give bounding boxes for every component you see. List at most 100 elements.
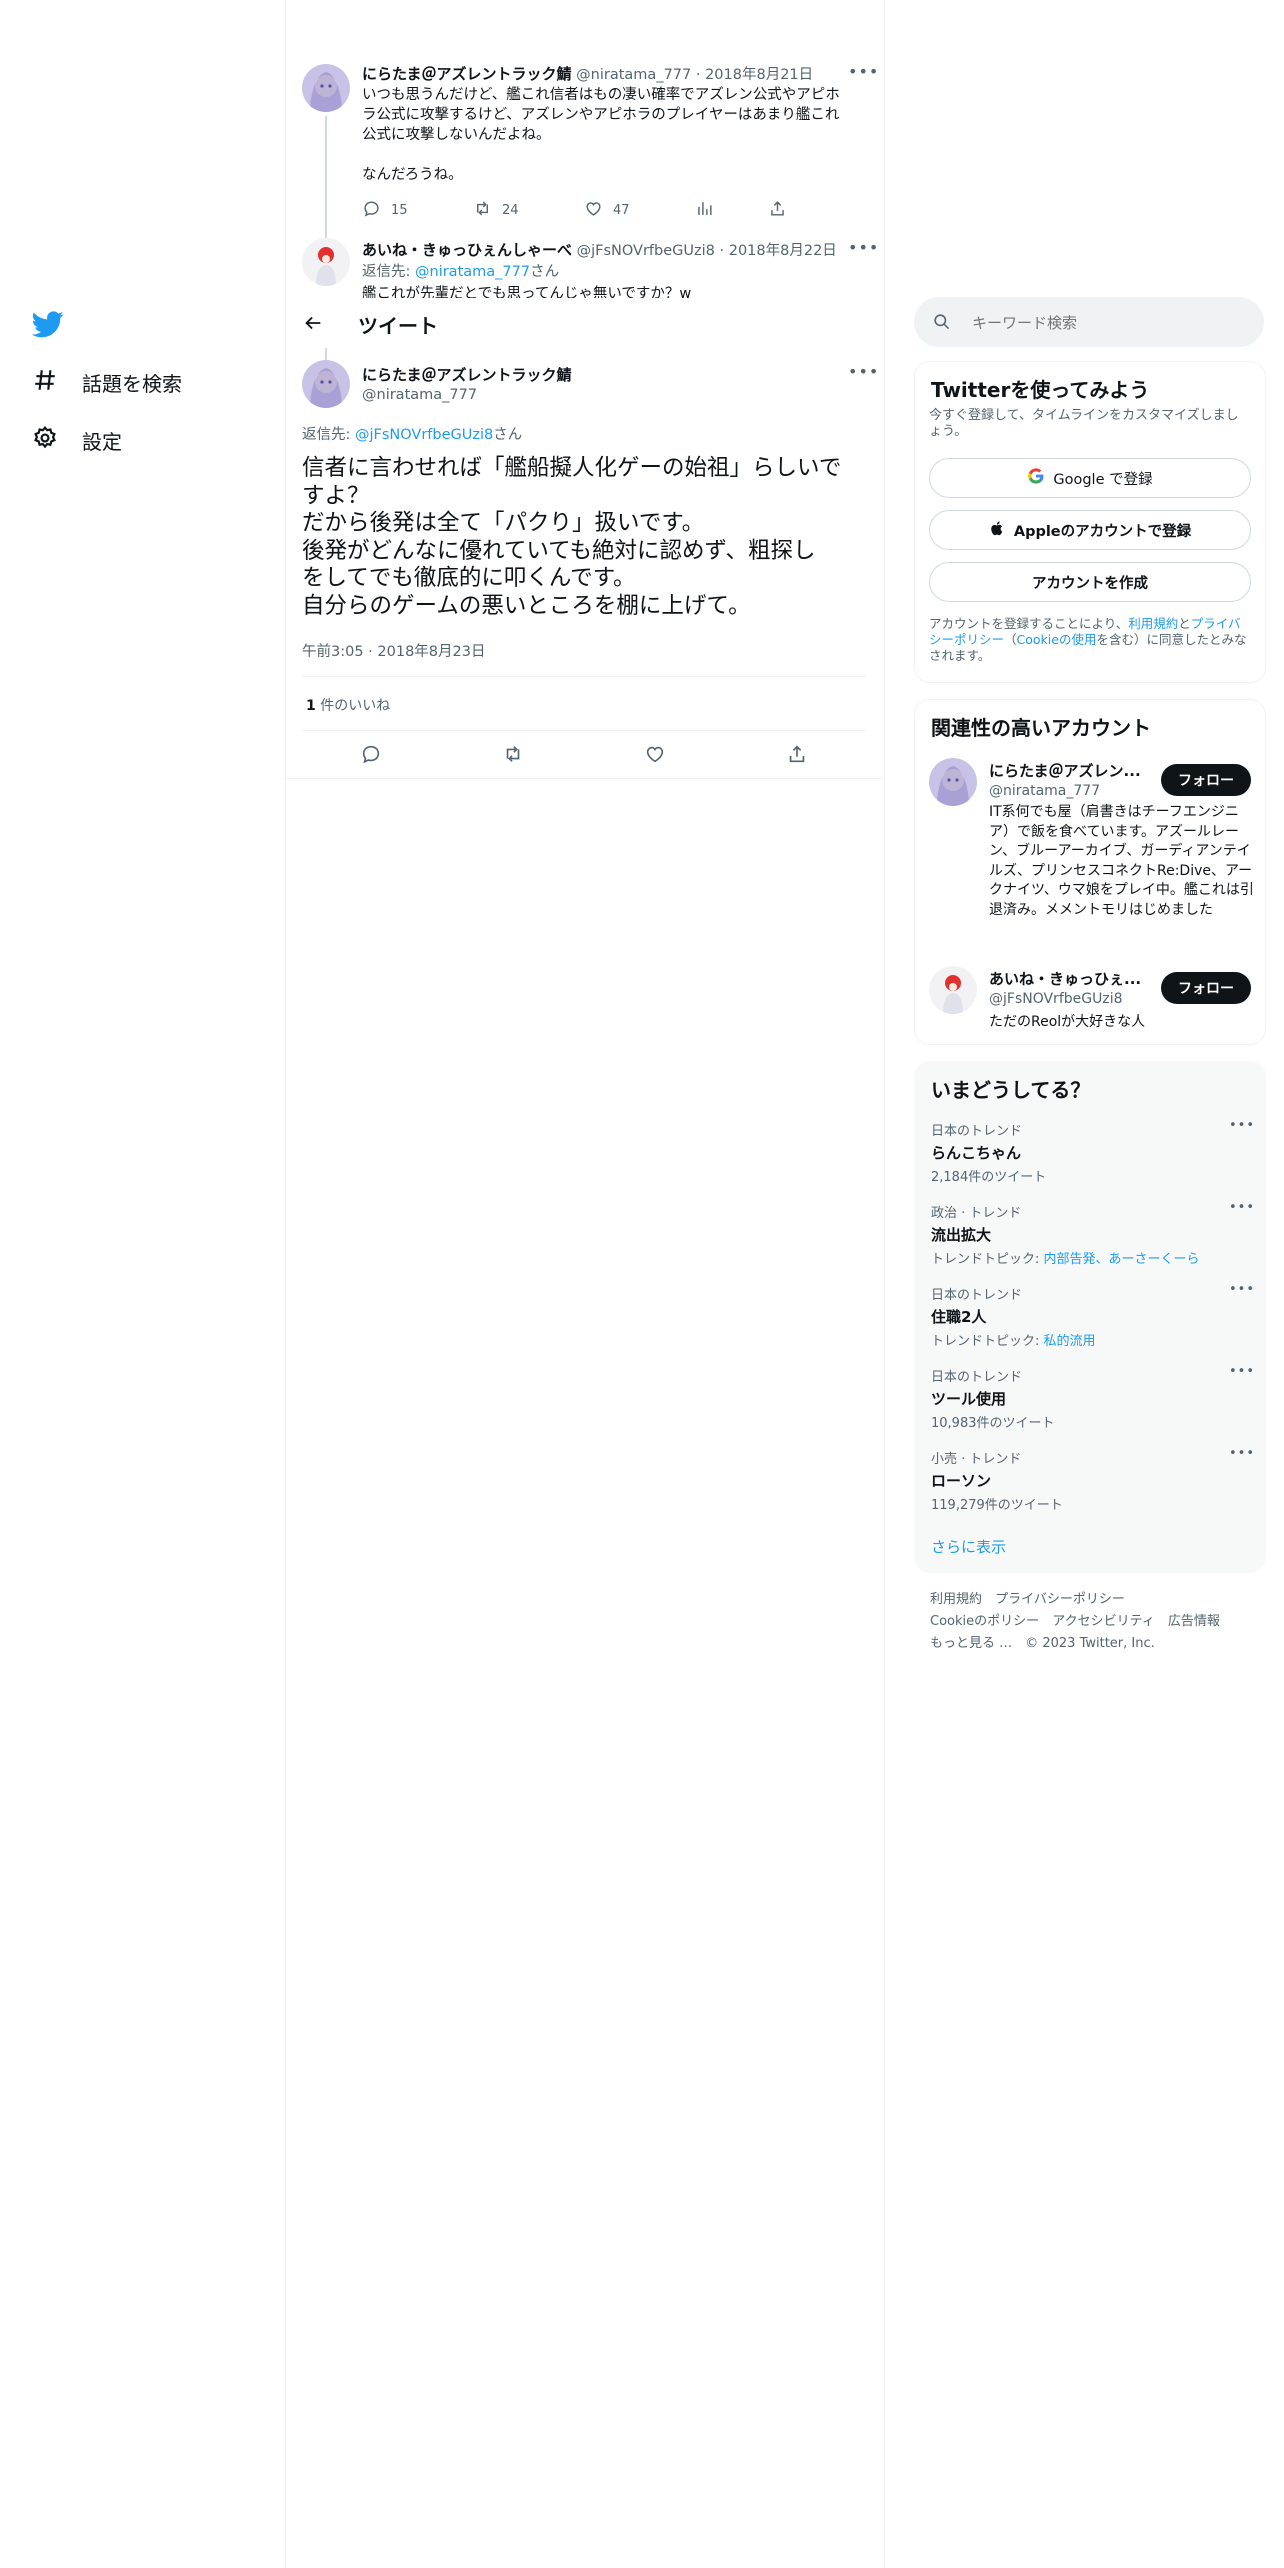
reply-icon	[360, 745, 382, 769]
avatar[interactable]	[929, 758, 977, 806]
account-bio: IT系何でも屋（肩書きはチーフエンジニア）で飯を食べています。アズールレーン、ブ…	[989, 804, 1254, 918]
back-arrow-icon[interactable]	[302, 312, 326, 336]
footer-privacy-link[interactable]: プライバシーポリシー	[995, 1592, 1125, 1607]
display-name[interactable]: にらたま＠アズレントラック鯖	[362, 364, 572, 385]
reply-button[interactable]: 15	[362, 199, 408, 222]
search-box[interactable]	[914, 297, 1264, 347]
trend-meta: 日本のトレンド	[931, 1370, 1023, 1385]
twitter-logo-icon[interactable]	[31, 308, 64, 340]
share-button[interactable]	[768, 199, 787, 222]
trend-item[interactable]: 日本のトレンド ツール使用 10,983件のツイート •••	[931, 1364, 1254, 1436]
avatar[interactable]	[929, 966, 977, 1014]
show-more-link[interactable]: さらに表示	[931, 1536, 1006, 1557]
heart-icon	[584, 199, 603, 222]
reply-button[interactable]	[360, 743, 382, 769]
trend-name: 住職2人	[931, 1308, 987, 1326]
author-info: にらたま＠アズレントラック鯖 @niratama_777	[362, 364, 572, 403]
trend-meta: 政治 · トレンド	[931, 1206, 1022, 1221]
footer-terms-link[interactable]: 利用規約	[930, 1592, 982, 1607]
trend-topics: トレンドトピック: 内部告発、あーさーくーら	[931, 1252, 1200, 1267]
footer-more-link[interactable]: もっと見る …	[930, 1636, 1012, 1651]
tweet-header: あいね・きゅっひぇんしゃーべ @jFsNOVrfbeGUzi8 · 2018年8…	[362, 241, 837, 259]
share-icon	[786, 745, 808, 769]
avatar[interactable]	[302, 64, 350, 112]
google-icon	[1027, 467, 1045, 489]
more-icon[interactable]: •••	[848, 362, 879, 381]
display-name[interactable]: あいね・きゅっひぇんしゃーべ	[362, 241, 572, 259]
related-title: 関連性の高いアカウント	[931, 716, 1151, 740]
trend-name: らんこちゃん	[931, 1144, 1022, 1162]
trend-item[interactable]: 日本のトレンド 住職2人 トレンドトピック: 私的流用 •••	[931, 1282, 1254, 1354]
display-name[interactable]: にらたま＠アズレントラック鯖	[362, 65, 572, 83]
analytics-button[interactable]	[695, 199, 714, 222]
handle[interactable]: @niratama_777	[362, 387, 572, 403]
retweet-icon	[473, 199, 492, 222]
trend-item[interactable]: 政治 · トレンド 流出拡大 トレンドトピック: 内部告発、あーさーくーら ••…	[931, 1200, 1254, 1272]
nav-settings[interactable]: 設定	[32, 425, 122, 456]
handle[interactable]: @jFsNOVrfbeGUzi8	[989, 991, 1149, 1007]
handle[interactable]: @niratama_777	[989, 783, 1149, 799]
main-tweet-text: 信者に言わせれば「艦船擬人化ゲーの始祖」らしいで すよ？ だから後発は全て「パク…	[302, 455, 842, 619]
thread-line	[325, 348, 327, 360]
more-icon[interactable]: •••	[1229, 1446, 1255, 1461]
trend-topics: トレンドトピック: 私的流用	[931, 1334, 1096, 1349]
tweet-timestamp[interactable]: 午前3:05 · 2018年8月23日	[302, 640, 485, 661]
related-accounts-card: 関連性の高いアカウント にらたま＠アズレン... @niratama_777 フ…	[914, 699, 1266, 1045]
share-icon	[768, 199, 787, 222]
mention-link[interactable]: @jFsNOVrfbeGUzi8	[355, 427, 493, 443]
google-signup-button[interactable]: Google で登録	[929, 458, 1251, 498]
tweet-date[interactable]: 2018年8月22日	[729, 243, 837, 259]
trend-meta: 日本のトレンド	[931, 1288, 1023, 1303]
sidebar-footer: 利用規約 プライバシーポリシー Cookieのポリシー アクセシビリティ 広告情…	[930, 1588, 1260, 1654]
signup-card: Twitterを使ってみよう 今すぐ登録して、タイムラインをカスタマイズしましょ…	[914, 361, 1266, 683]
main-tweet-actions	[302, 740, 866, 776]
nav-label: 話題を検索	[82, 372, 182, 396]
retweet-button[interactable]: 24	[473, 199, 519, 222]
like-button[interactable]: 47	[584, 199, 630, 222]
more-icon[interactable]: •••	[1229, 1200, 1255, 1215]
display-name[interactable]: あいね・きゅっひぇ...	[989, 968, 1149, 989]
trend-item[interactable]: 小売 · トレンド ローソン 119,279件のツイート •••	[931, 1446, 1254, 1518]
bar-chart-icon	[695, 199, 714, 222]
account-info: にらたま＠アズレン... @niratama_777	[989, 760, 1149, 799]
footer-ads-link[interactable]: 広告情報	[1168, 1614, 1220, 1629]
trends-card: いまどうしてる？ 日本のトレンド らんこちゃん 2,184件のツイート ••• …	[914, 1061, 1266, 1573]
like-button[interactable]	[644, 743, 666, 769]
create-account-button[interactable]: アカウントを作成	[929, 562, 1251, 602]
more-icon[interactable]: •••	[1229, 1118, 1255, 1133]
retweet-button[interactable]	[502, 743, 524, 769]
more-icon[interactable]: •••	[848, 62, 879, 81]
tweet-header-bar: ツイート	[286, 298, 884, 350]
trend-item[interactable]: 日本のトレンド らんこちゃん 2,184件のツイート •••	[931, 1118, 1254, 1190]
topic-link[interactable]: 内部告発、あーさーくーら	[1044, 1252, 1200, 1267]
terms-link[interactable]: 利用規約	[1128, 616, 1178, 631]
apple-signup-button[interactable]: Appleのアカウントで登録	[929, 510, 1251, 550]
nav-explore[interactable]: 話題を検索	[32, 367, 182, 398]
footer-cookie-link[interactable]: Cookieのポリシー	[930, 1614, 1039, 1629]
reply-icon	[362, 199, 381, 222]
topic-link[interactable]: 私的流用	[1044, 1334, 1096, 1349]
more-icon[interactable]: •••	[848, 238, 879, 257]
trend-name: 流出拡大	[931, 1226, 992, 1244]
display-name[interactable]: にらたま＠アズレン...	[989, 760, 1149, 781]
handle[interactable]: @niratama_777	[576, 67, 691, 83]
search-input[interactable]	[970, 309, 1244, 337]
divider	[286, 778, 884, 779]
avatar[interactable]	[302, 360, 350, 408]
more-icon[interactable]: •••	[1229, 1364, 1255, 1379]
cookie-link[interactable]: Cookieの使用	[1017, 632, 1097, 647]
hashtag-icon	[32, 367, 58, 398]
trend-name: ローソン	[931, 1472, 992, 1490]
mention-link[interactable]: @niratama_777	[415, 264, 530, 280]
follow-button[interactable]: フォロー	[1161, 764, 1251, 796]
likes-summary[interactable]: 1 件のいいね	[306, 695, 390, 715]
share-button[interactable]	[786, 743, 808, 769]
footer-accessibility-link[interactable]: アクセシビリティ	[1052, 1614, 1155, 1629]
more-icon[interactable]: •••	[1229, 1282, 1255, 1297]
apple-icon	[989, 520, 1006, 541]
avatar[interactable]	[302, 238, 350, 286]
follow-button[interactable]: フォロー	[1161, 972, 1251, 1004]
reply-context: 返信先: @niratama_777さん	[362, 264, 560, 280]
handle[interactable]: @jFsNOVrfbeGUzi8	[577, 243, 715, 259]
tweet-date[interactable]: 2018年8月21日	[705, 67, 813, 83]
